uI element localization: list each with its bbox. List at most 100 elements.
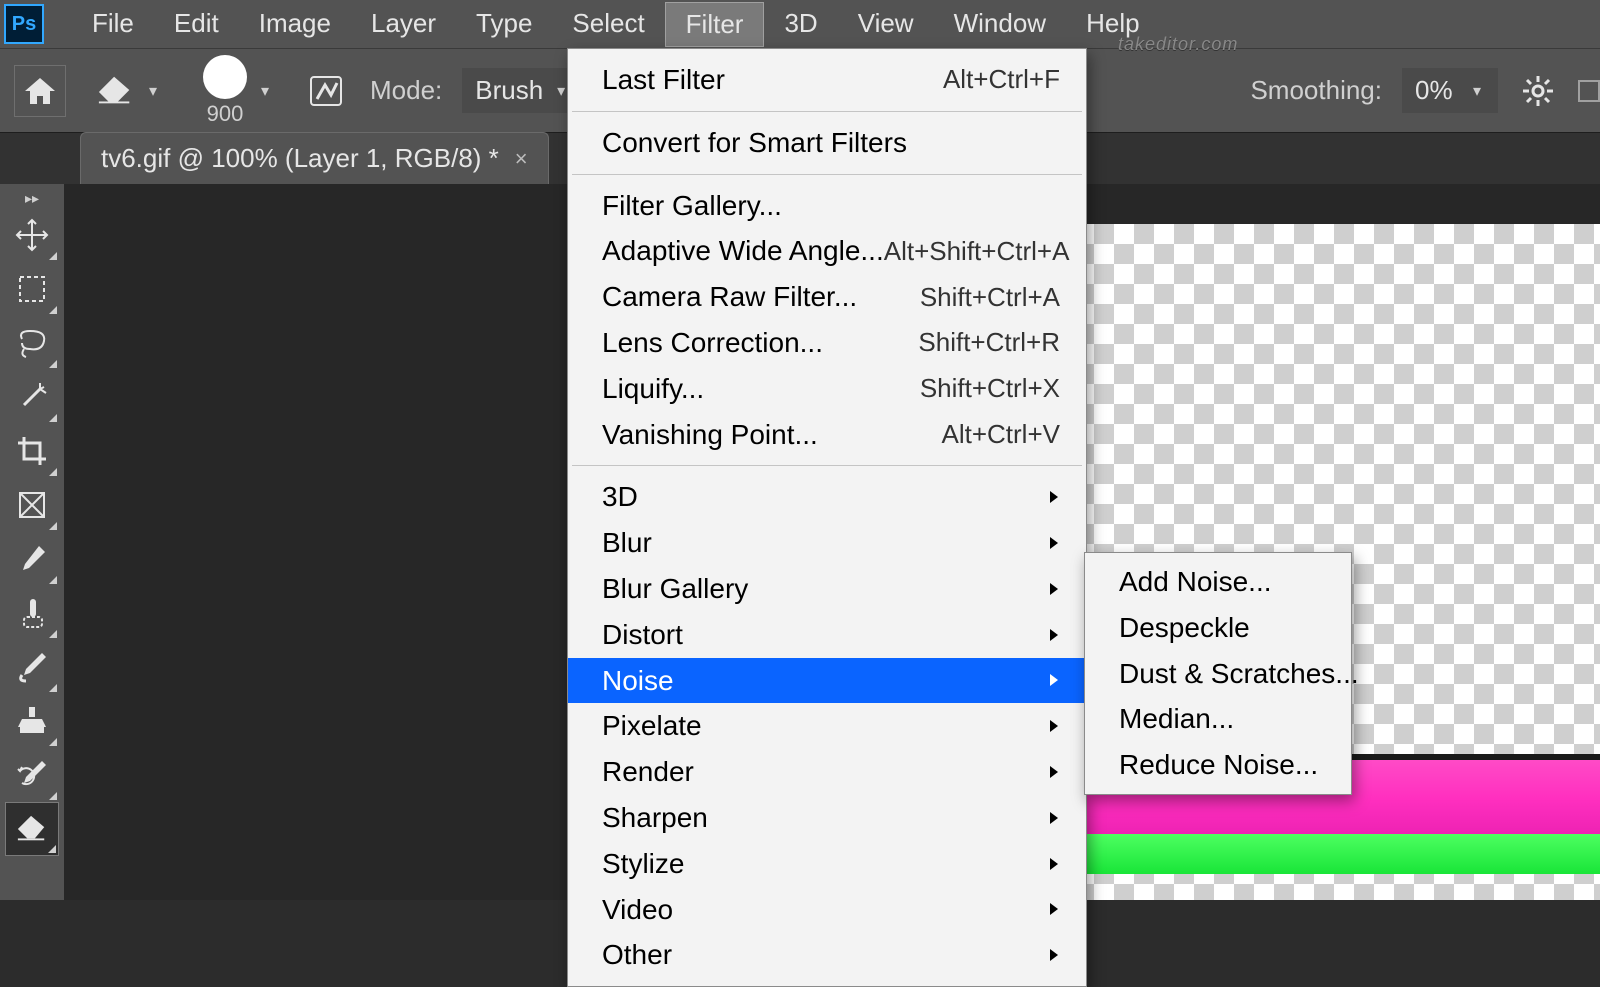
rectangular-marquee-tool[interactable] — [5, 262, 59, 316]
magic-wand-tool[interactable] — [5, 370, 59, 424]
menu-item-label: Adaptive Wide Angle... — [602, 232, 884, 270]
menu-item-sharpen[interactable]: Sharpen — [568, 795, 1086, 841]
menu-window[interactable]: Window — [934, 2, 1066, 47]
erase-history-checkbox[interactable] — [1578, 80, 1600, 102]
menu-item-liquify[interactable]: Liquify...Shift+Ctrl+X — [568, 366, 1086, 412]
menu-item-pixelate[interactable]: Pixelate — [568, 703, 1086, 749]
menu-item-blur[interactable]: Blur — [568, 520, 1086, 566]
frame-tool-icon — [17, 490, 47, 520]
menu-item-despeckle[interactable]: Despeckle — [1085, 605, 1351, 651]
menu-item-label: Distort — [602, 616, 683, 654]
menu-item-label: Other — [602, 936, 672, 974]
flyout-corner-icon — [49, 468, 57, 476]
lasso-tool[interactable] — [5, 316, 59, 370]
menu-select[interactable]: Select — [552, 2, 664, 47]
menu-edit[interactable]: Edit — [154, 2, 239, 47]
menu-item-label: Despeckle — [1119, 609, 1250, 647]
menu-file[interactable]: File — [72, 2, 154, 47]
brush-panel-icon — [307, 71, 347, 111]
menu-item-shortcut: Shift+Ctrl+R — [918, 325, 1060, 360]
brush-settings-button[interactable] — [304, 68, 350, 114]
eyedropper-tool-icon — [17, 544, 47, 574]
menu-item-filter-gallery[interactable]: Filter Gallery... — [568, 183, 1086, 229]
menu-item-video[interactable]: Video — [568, 887, 1086, 933]
menu-type[interactable]: Type — [456, 2, 552, 47]
menu-item-3d[interactable]: 3D — [568, 474, 1086, 520]
menu-item-render[interactable]: Render — [568, 749, 1086, 795]
document-tab-title: tv6.gif @ 100% (Layer 1, RGB/8) * — [101, 143, 499, 174]
chevron-down-icon: ▾ — [145, 83, 161, 99]
rectangular-marquee-tool-icon — [17, 274, 47, 304]
menu-view[interactable]: View — [838, 2, 934, 47]
flyout-corner-icon — [49, 576, 57, 584]
menu-item-shortcut: Alt+Ctrl+V — [942, 417, 1061, 452]
mode-label: Mode: — [370, 75, 442, 106]
spot-healing-brush-tool[interactable] — [5, 586, 59, 640]
menu-bar: Ps FileEditImageLayerTypeSelectFilter3DV… — [0, 0, 1600, 48]
menu-filter[interactable]: Filter — [665, 2, 765, 47]
menu-item-label: 3D — [602, 478, 638, 516]
smoothing-dropdown[interactable]: 0% ▾ — [1402, 68, 1498, 113]
menu-item-blur-gallery[interactable]: Blur Gallery — [568, 566, 1086, 612]
lasso-tool-icon — [16, 327, 48, 359]
options-gear-button[interactable] — [1518, 71, 1558, 111]
home-button[interactable] — [14, 65, 66, 117]
menu-item-shortcut: Shift+Ctrl+X — [920, 371, 1060, 406]
toolbar-grip-icon[interactable]: ▸▸ — [21, 190, 43, 200]
menu-item-dust-scratches[interactable]: Dust & Scratches... — [1085, 651, 1351, 697]
menu-layer[interactable]: Layer — [351, 2, 456, 47]
menu-item-convert-for-smart-filters[interactable]: Convert for Smart Filters — [568, 120, 1086, 166]
menu-item-label: Camera Raw Filter... — [602, 278, 857, 316]
history-brush-tool-icon — [16, 759, 48, 791]
menu-item-last-filter[interactable]: Last FilterAlt+Ctrl+F — [568, 57, 1086, 103]
clone-stamp-tool[interactable] — [5, 694, 59, 748]
close-icon[interactable]: × — [515, 146, 528, 172]
app-logo: Ps — [4, 4, 44, 44]
menu-item-label: Video — [602, 891, 673, 929]
eraser-tool-preset[interactable]: ▾ — [86, 71, 172, 111]
move-tool-icon — [15, 218, 49, 252]
submenu-arrow-icon — [1042, 901, 1060, 917]
filter-menu-dropdown: Last FilterAlt+Ctrl+F Convert for Smart F… — [567, 48, 1087, 987]
submenu-arrow-icon — [1042, 810, 1060, 826]
menu-item-adaptive-wide-angle[interactable]: Adaptive Wide Angle...Alt+Shift+Ctrl+A — [568, 228, 1086, 274]
crop-tool[interactable] — [5, 424, 59, 478]
brush-tool[interactable] — [5, 640, 59, 694]
document-tab[interactable]: tv6.gif @ 100% (Layer 1, RGB/8) * × — [80, 132, 549, 184]
flyout-corner-icon — [49, 522, 57, 530]
brush-preset-picker[interactable]: 900 ▾ — [192, 50, 284, 132]
tools-panel: ▸▸ — [0, 184, 64, 900]
magic-wand-tool-icon — [16, 381, 48, 413]
move-tool[interactable] — [5, 208, 59, 262]
menu-item-lens-correction[interactable]: Lens Correction... Shift+Ctrl+R — [568, 320, 1086, 366]
menu-separator — [572, 465, 1082, 466]
eraser-tool[interactable] — [5, 802, 59, 856]
menu-item-add-noise[interactable]: Add Noise... — [1085, 559, 1351, 605]
eraser-icon — [97, 76, 135, 106]
menu-item-camera-raw-filter[interactable]: Camera Raw Filter...Shift+Ctrl+A — [568, 274, 1086, 320]
noise-submenu: Add Noise... Despeckle Dust & Scratches...… — [1084, 552, 1352, 795]
menu-item-distort[interactable]: Distort — [568, 612, 1086, 658]
eyedropper-tool[interactable] — [5, 532, 59, 586]
menu-item-shortcut: Alt+Shift+Ctrl+A — [884, 234, 1070, 269]
menu-item-label: Convert for Smart Filters — [602, 124, 907, 162]
submenu-arrow-icon — [1042, 718, 1060, 734]
chevron-down-icon: ▾ — [257, 83, 273, 99]
menu-item-median[interactable]: Median... — [1085, 696, 1351, 742]
menu-item-stylize[interactable]: Stylize — [568, 841, 1086, 887]
flyout-corner-icon — [49, 738, 57, 746]
mode-dropdown[interactable]: Brush ▾ — [462, 68, 582, 113]
menu-3d[interactable]: 3D — [764, 2, 837, 47]
menu-image[interactable]: Image — [239, 2, 351, 47]
frame-tool[interactable] — [5, 478, 59, 532]
menu-item-vanishing-point[interactable]: Vanishing Point...Alt+Ctrl+V — [568, 412, 1086, 458]
menu-item-noise[interactable]: Noise — [568, 658, 1086, 704]
submenu-arrow-icon — [1042, 764, 1060, 780]
history-brush-tool[interactable] — [5, 748, 59, 802]
menu-item-other[interactable]: Other — [568, 932, 1086, 978]
clone-stamp-tool-icon — [16, 705, 48, 737]
menu-item-reduce-noise[interactable]: Reduce Noise... — [1085, 742, 1351, 788]
menu-item-label: Lens Correction... — [602, 324, 823, 362]
menu-item-label: Add Noise... — [1119, 563, 1272, 601]
submenu-arrow-icon — [1042, 489, 1060, 505]
